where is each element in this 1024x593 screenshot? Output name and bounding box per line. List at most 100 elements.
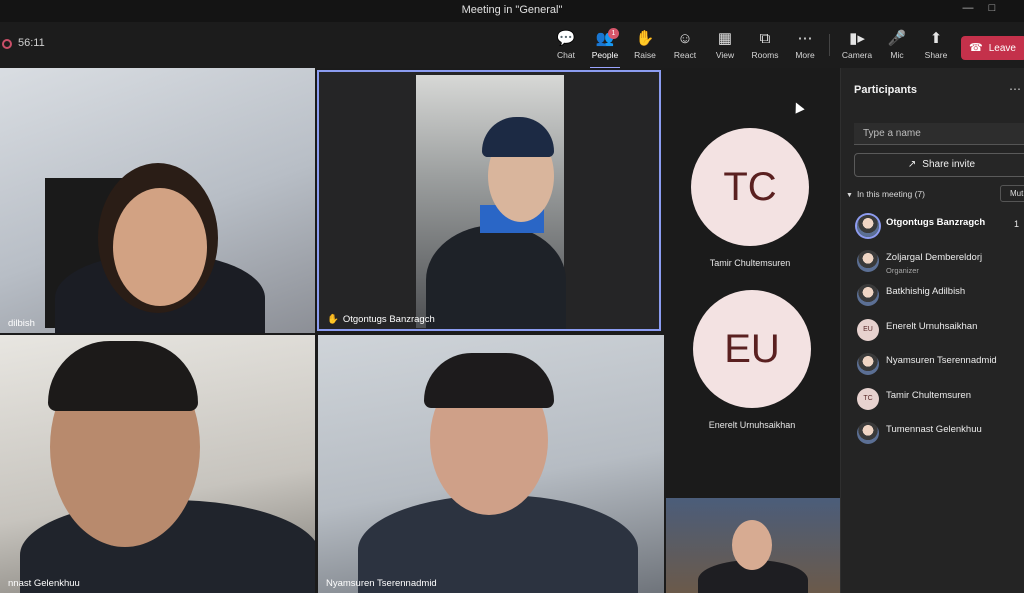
toolbar-divider <box>829 34 830 56</box>
share-invite-button[interactable]: ↗ Share invite <box>854 153 1024 177</box>
react-button[interactable]: ☺ React <box>664 30 706 60</box>
chat-button[interactable]: 💬 Chat <box>545 30 587 60</box>
participant-row[interactable]: Otgontugs Banzragch 1 <box>857 211 1024 246</box>
self-view-tile[interactable] <box>666 498 840 593</box>
share-button[interactable]: ⬆ Share <box>915 30 957 60</box>
share-invite-label: Share invite <box>922 159 976 170</box>
participant-role: Organizer <box>886 265 919 275</box>
video-tile[interactable]: nnast Gelenkhuu <box>0 335 315 593</box>
view-icon: ▦ <box>717 30 733 47</box>
avatar-tile[interactable]: EU Enerelt Urnuhsaikhan <box>677 290 827 430</box>
more-icon: ⋯ <box>797 30 813 47</box>
avatar <box>857 284 879 306</box>
avatar-tile[interactable]: TC Tamir Chultemsuren <box>675 128 825 268</box>
panel-more-icon[interactable]: ⋯ <box>1009 82 1021 96</box>
avatar <box>857 422 879 444</box>
mute-all-button[interactable]: Mut <box>1000 185 1024 202</box>
video-tile[interactable]: Nyamsuren Tserennadmid <box>318 335 664 593</box>
rooms-label: Rooms <box>751 50 779 60</box>
avatar: TC <box>857 387 879 410</box>
share-icon: ⬆ <box>929 30 943 47</box>
participant-name: Nyamsuren Tserennadmid <box>886 355 997 366</box>
person-face <box>732 520 772 570</box>
share-invite-icon: ↗ <box>907 159 917 170</box>
car-interior <box>416 75 566 329</box>
person-hat <box>482 117 554 157</box>
chat-icon: 💬 <box>556 30 576 47</box>
person-hair <box>424 353 554 408</box>
video-tile-pinned[interactable]: ✋ Otgontugs Banzragch <box>317 70 661 331</box>
person-face <box>113 188 207 306</box>
participant-row[interactable]: Tumennast Gelenkhuu <box>857 418 1024 453</box>
raised-hand-icon: ✋ <box>327 314 339 325</box>
participant-name: Tumennast Gelenkhuu <box>886 424 982 435</box>
raise-label: Raise <box>634 50 656 60</box>
chevron-down-icon: ▼ <box>846 192 853 199</box>
rooms-icon: ⧉ <box>759 30 771 47</box>
people-label: People <box>591 50 619 60</box>
react-icon: ☺ <box>677 30 693 47</box>
in-meeting-section-toggle[interactable]: ▼ In this meeting (7) <box>846 189 925 199</box>
share-label: Share <box>924 50 948 60</box>
leave-button[interactable]: ☎ Leave <box>961 36 1024 60</box>
participant-row[interactable]: Zoljargal Dembereldorj Organizer <box>857 246 1024 281</box>
participant-name: Batkhishig Adilbish <box>886 286 966 297</box>
avatar: TC <box>691 128 809 246</box>
mic-label: Mic <box>890 50 904 60</box>
chat-label: Chat <box>557 50 575 60</box>
more-label: More <box>795 50 815 60</box>
participant-search-input[interactable] <box>854 123 1024 145</box>
participant-row[interactable]: Batkhishig Adilbish <box>857 280 1024 315</box>
avatar <box>857 353 879 375</box>
camera-label: Camera <box>841 50 873 60</box>
participant-list: Otgontugs Banzragch 1 Zoljargal Demberel… <box>857 211 1024 453</box>
camera-button[interactable]: ▮▸ Camera <box>836 30 878 60</box>
participant-row[interactable]: EU Enerelt Urnuhsaikhan <box>857 315 1024 350</box>
meeting-toolbar: 56:11 💬 Chat 👥 1 People ✋ Raise ☺ React … <box>0 22 1024 69</box>
panel-title: Participants <box>854 84 917 96</box>
mic-button[interactable]: 🎤 Mic <box>876 30 918 60</box>
title-bar: Meeting in "General" — □ <box>0 0 1024 22</box>
video-stage: dilbish ✋ Otgontugs Banzragch nnast Gelen… <box>0 68 840 593</box>
camera-icon: ▮▸ <box>849 30 865 47</box>
participant-name: Zoljargal Dembereldorj <box>886 251 983 263</box>
more-button[interactable]: ⋯ More <box>784 30 826 60</box>
recording-icon <box>2 39 12 49</box>
avatar <box>857 215 879 237</box>
react-label: React <box>673 50 697 60</box>
tile-name-label: nnast Gelenkhuu <box>8 578 80 589</box>
tile-name-text: Otgontugs Banzragch <box>342 314 435 325</box>
people-icon: 👥 <box>595 30 615 47</box>
tile-name-label: Nyamsuren Tserennadmid <box>326 578 437 589</box>
participants-panel: Participants ⋯ ↗ Share invite ▼In this me… <box>840 68 1024 593</box>
avatar <box>857 249 879 272</box>
avatar: EU <box>857 318 879 341</box>
tile-name-label: dilbish <box>8 318 35 329</box>
participant-name: Enerelt Urnuhsaikhan <box>886 320 978 332</box>
section-label: In this meeting (7) <box>856 189 925 199</box>
meeting-timer: 56:11 <box>18 37 45 49</box>
mic-icon: 🎤 <box>887 30 907 47</box>
participant-row[interactable]: TC Tamir Chultemsuren <box>857 384 1024 419</box>
rooms-button[interactable]: ⧉ Rooms <box>744 30 786 60</box>
phone-hangup-icon: ☎ <box>969 42 983 54</box>
people-badge: 1 <box>608 28 619 39</box>
minimize-icon[interactable]: — <box>958 2 978 14</box>
person-body <box>426 225 566 329</box>
avatar-name-label: Tamir Chultemsuren <box>709 258 791 268</box>
video-tile[interactable]: dilbish <box>0 68 315 333</box>
people-button[interactable]: 👥 1 People <box>584 28 626 69</box>
raise-hand-button[interactable]: ✋ Raise <box>624 30 666 60</box>
leave-label: Leave <box>988 43 1016 54</box>
view-label: View <box>715 50 735 60</box>
view-button[interactable]: ▦ View <box>704 30 746 60</box>
raise-hand-icon: ✋ <box>635 30 655 47</box>
participant-row[interactable]: Nyamsuren Tserennadmid <box>857 349 1024 384</box>
window-title: Meeting in "General" <box>461 4 563 16</box>
avatar: EU <box>693 290 811 408</box>
maximize-icon[interactable]: □ <box>982 2 1002 14</box>
participant-name: Otgontugs Banzragch <box>886 217 986 228</box>
raised-hand-order: 1 <box>1014 219 1020 229</box>
participant-name: Tamir Chultemsuren <box>886 389 971 401</box>
avatar-name-label: Enerelt Urnuhsaikhan <box>708 420 796 430</box>
